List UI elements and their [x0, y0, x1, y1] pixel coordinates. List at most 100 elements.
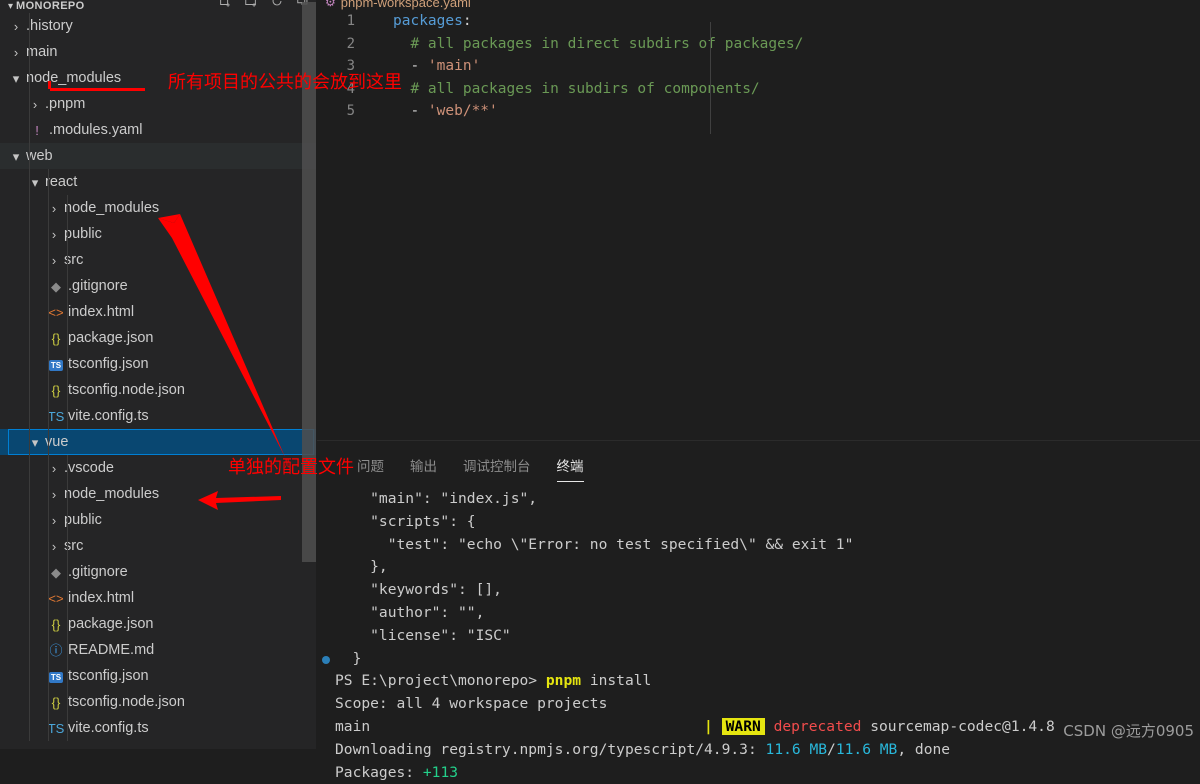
terminal-token: "scripts": {	[335, 512, 476, 530]
code-line[interactable]: 1 packages:	[317, 10, 1200, 33]
editor-tab-label[interactable]: pnpm-workspace.yaml	[341, 0, 471, 10]
ts-file-icon: TS	[47, 408, 65, 424]
tree-item-label: node_modules	[64, 486, 160, 502]
panel-tab-list[interactable]: 问题 输出 调试控制台 终端	[317, 452, 584, 482]
tree-item-label: .gitignore	[68, 278, 128, 294]
tree-indent-guide	[67, 455, 68, 741]
tree-item-label: package.json	[68, 616, 154, 632]
code-editor[interactable]: ⚙ pnpm-workspace.yaml 1 packages: 2 # all …	[317, 0, 1200, 440]
line-number: 2	[346, 35, 355, 52]
bottom-panel[interactable]: 问题 输出 调试控制台 终端 "main": "index.js", "scripts…	[317, 440, 1200, 781]
tree-item-label: tsconfig.json	[68, 668, 149, 684]
tree-item-label: package.json	[68, 330, 154, 346]
tree-item-label: index.html	[68, 590, 135, 606]
terminal-token: +113	[422, 763, 459, 781]
tree-item--modules-yaml[interactable]: ! .modules.yaml	[0, 117, 316, 143]
code-line[interactable]: 3 - 'main'	[317, 55, 1200, 78]
line-number: 1	[346, 13, 355, 29]
tree-indent-guide	[29, 13, 30, 741]
file-tree[interactable]: › .history › main ▾ node_modules › .pnpm! .modul…	[0, 13, 316, 741]
tree-item-label: tsconfig.node.json	[68, 382, 185, 398]
indent-guide	[710, 22, 711, 134]
tree-item-label: node_modules	[64, 200, 160, 216]
line-number: 5	[346, 103, 355, 120]
terminal-token: "license": "ISC"	[335, 626, 511, 644]
tsbox-file-icon: TS	[48, 360, 64, 371]
panel-divider[interactable]	[317, 440, 1200, 441]
code-token: -	[393, 58, 428, 75]
tree-item-web[interactable]: ▾ web	[0, 143, 316, 169]
chevron-down-icon[interactable]: ▾	[8, 1, 13, 12]
chevron-down-icon[interactable]: ▾	[8, 150, 24, 163]
ts-file-icon: TS	[47, 720, 65, 736]
code-line[interactable]: 5 - 'web/**'	[317, 100, 1200, 123]
panel-tab[interactable]: 调试控制台	[463, 455, 531, 479]
sidebar-scrollbar[interactable]	[302, 2, 316, 562]
panel-tab[interactable]: 终端	[556, 455, 584, 482]
terminal-line: "scripts": {	[317, 511, 1200, 534]
tree-item-label: src	[64, 538, 84, 554]
terminal-line: "keywords": [],	[317, 579, 1200, 602]
code-token: packages	[393, 13, 463, 29]
new-folder-icon[interactable]	[244, 0, 258, 8]
tree-item-label: node_modules	[26, 70, 122, 86]
terminal-token: Downloading registry.npmjs.org/typescrip…	[335, 740, 766, 758]
workspace-title: MONOREPO	[16, 0, 85, 12]
tree-item-main[interactable]: › main	[0, 39, 316, 65]
tree-item-label: vue	[45, 434, 69, 450]
md-file-icon: ⓘ	[49, 642, 63, 658]
tree-indent-guide	[67, 195, 68, 429]
annotation-underline	[48, 81, 145, 91]
terminal-token: "main": "index.js",	[335, 490, 538, 507]
terminal-line: "main": "index.js",	[317, 488, 1200, 511]
terminal-token: , done	[897, 740, 951, 758]
yaml-file-icon: !	[35, 122, 39, 138]
terminal-token: 11.6 MB	[835, 740, 898, 758]
code-line[interactable]: 4 # all packages in subdirs of component…	[317, 78, 1200, 101]
terminal-token: main	[335, 717, 705, 735]
terminal-token: 11.6 MB	[765, 740, 828, 758]
terminal-token: "test": "echo \"Error: no test specified…	[335, 535, 854, 553]
json-file-icon: {}	[51, 616, 61, 632]
panel-tab[interactable]: 输出	[410, 455, 437, 479]
tree-item-label: vite.config.ts	[68, 720, 149, 736]
tree-item-label: .modules.yaml	[49, 122, 143, 138]
tree-item-label: index.html	[68, 304, 135, 320]
tree-indent-guide	[48, 169, 49, 741]
code-token: # all packages in subdirs of components/	[393, 80, 760, 97]
panel-tab[interactable]: 问题	[357, 455, 384, 479]
tree-item-label: vite.config.ts	[68, 408, 149, 424]
chevron-right-icon[interactable]: ›	[8, 20, 24, 33]
terminal-bullet-icon	[322, 655, 330, 664]
tree-item-label: .pnpm	[45, 96, 86, 112]
terminal-token: Scope: all 4 workspace projects	[335, 695, 608, 713]
tree-item--history[interactable]: › .history	[0, 13, 316, 39]
refresh-icon[interactable]	[270, 0, 284, 8]
tree-item--pnpm[interactable]: › .pnpm	[0, 91, 316, 117]
code-text: # all packages in subdirs of components/	[365, 78, 760, 101]
terminal-token: "author": "",	[335, 603, 485, 621]
tree-item-label: tsconfig.node.json	[68, 694, 185, 710]
line-number: 4	[346, 80, 355, 97]
terminal-token: sourcemap-codec@1.4.8	[861, 717, 1055, 735]
code-token: -	[393, 103, 428, 120]
terminal-token: }	[335, 649, 362, 667]
explorer-sidebar[interactable]: ▾ MONOREPO › .history › main ▾ node_modules ›.…	[0, 0, 316, 749]
terminal-token: WARN	[721, 717, 765, 735]
code-token: # all packages in direct subdirs of pack…	[393, 35, 804, 52]
new-file-icon[interactable]	[218, 0, 232, 8]
git-file-icon: ◆	[51, 564, 61, 580]
git-file-icon: ◆	[51, 278, 61, 294]
code-line[interactable]: 2 # all packages in direct subdirs of pa…	[317, 33, 1200, 56]
chevron-down-icon[interactable]: ▾	[8, 72, 24, 85]
chevron-right-icon[interactable]: ›	[8, 46, 24, 59]
json-file-icon: {}	[51, 330, 61, 346]
terminal-line: "author": "",	[317, 602, 1200, 625]
code-lines[interactable]: 1 packages: 2 # all packages in direct sub…	[317, 10, 1200, 123]
terminal-line: Downloading registry.npmjs.org/typescrip…	[317, 739, 1200, 762]
terminal-token: /	[827, 740, 836, 758]
terminal-token: deprecated	[773, 717, 862, 735]
explorer-actions[interactable]	[218, 0, 310, 8]
